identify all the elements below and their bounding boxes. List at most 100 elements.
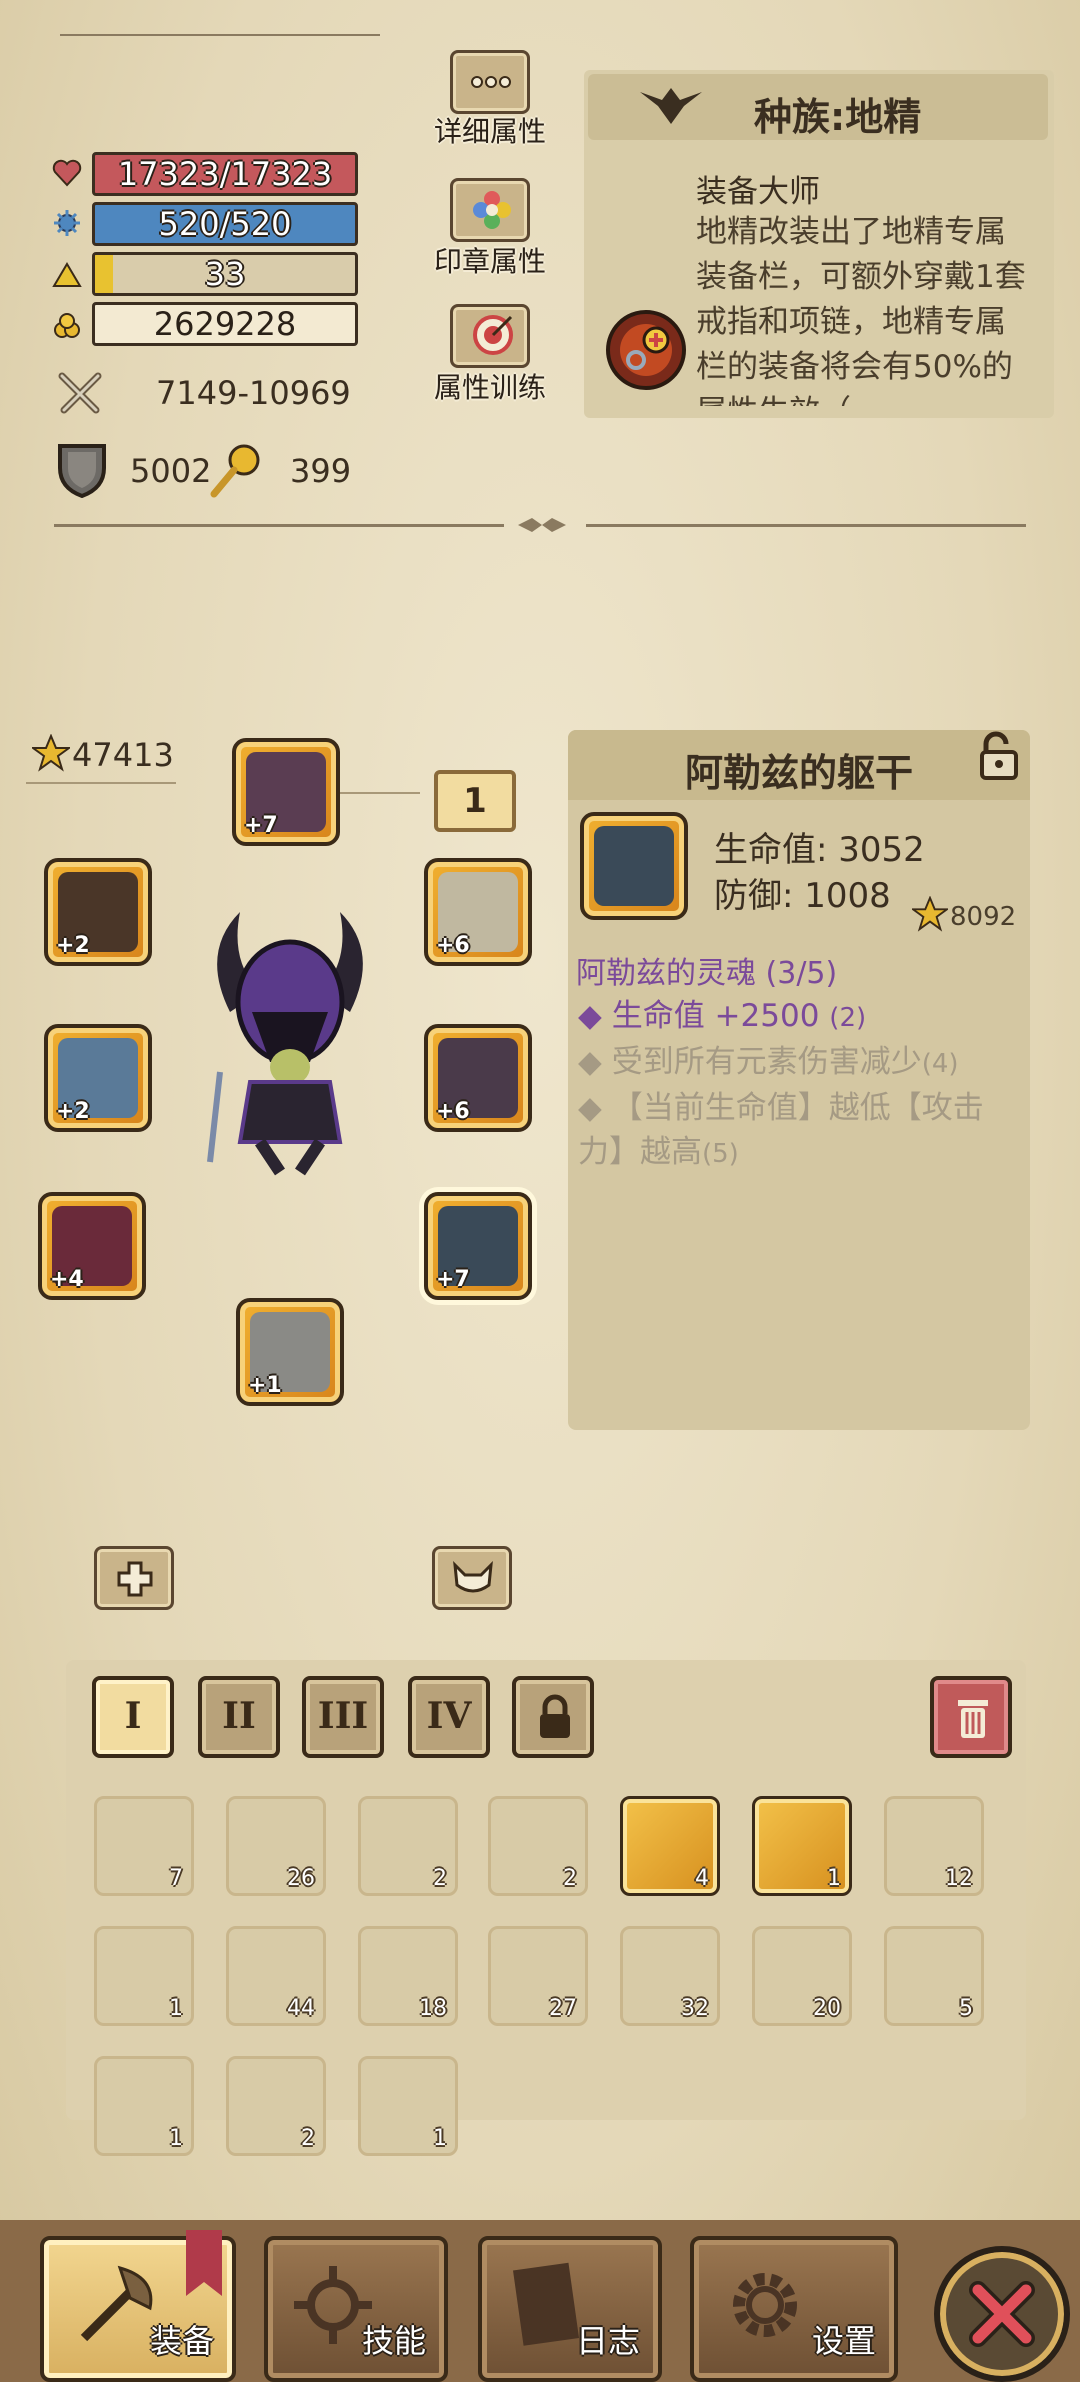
bag-tab-locked[interactable] xyxy=(512,1676,594,1758)
section-divider-right xyxy=(586,524,1026,527)
inventory-item[interactable]: 44 xyxy=(226,1926,326,2026)
detail-attributes-button[interactable] xyxy=(450,50,530,114)
mana-icon xyxy=(54,210,80,236)
inventory-item[interactable]: 20 xyxy=(752,1926,852,2026)
item-detail-panel: 阿勒兹的躯干 生命值: 3052 防御: 1008 8092 阿勒兹的灵魂 (3… xyxy=(568,730,1030,1430)
set-bonus-list: ◆ 生命值 +2500 (2) ◆ 受到所有元素伤害减少(4) ◆ 【当前生命值… xyxy=(578,994,1018,1176)
skill-description: 地精改装出了地精专属装备栏，可额外穿戴1套戒指和项链，地精专属栏的装备将会有50… xyxy=(696,214,1026,406)
goblin-emblem-icon xyxy=(640,88,702,124)
seal-flower-icon xyxy=(473,191,511,229)
nav-settings[interactable]: 设置 xyxy=(690,2236,898,2382)
bag-tab-3[interactable]: III xyxy=(302,1676,384,1758)
inventory-item[interactable]: 1 xyxy=(94,1926,194,2026)
inventory-item[interactable]: 27 xyxy=(488,1926,588,2026)
nav-log-label: 日志 xyxy=(575,2322,640,2360)
inventory-item[interactable]: 26 xyxy=(226,1796,326,1896)
defense-value: 5002 xyxy=(130,452,212,490)
luck-key-icon xyxy=(210,444,260,498)
inventory-item[interactable]: 5 xyxy=(884,1926,984,2026)
glove-slot[interactable]: +4 xyxy=(38,1192,146,1300)
item-name: 阿勒兹的躯干 xyxy=(684,751,913,795)
nav-log[interactable]: 日志 xyxy=(478,2236,662,2382)
lock-open-icon[interactable] xyxy=(972,730,1024,782)
inventory-item[interactable]: 12 xyxy=(884,1796,984,1896)
luck-value: 399 xyxy=(290,452,352,490)
inventory-item[interactable]: 1 xyxy=(358,2056,458,2156)
weapon-slot[interactable]: +2 xyxy=(44,1024,152,1132)
top-divider xyxy=(60,34,380,36)
dark-armor-icon xyxy=(594,826,674,906)
inventory-item[interactable]: 18 xyxy=(358,1926,458,2026)
attribute-training-button[interactable] xyxy=(450,304,530,368)
bag-tab-4[interactable]: IV xyxy=(408,1676,490,1758)
inventory-item[interactable]: 7 xyxy=(94,1796,194,1896)
gold-icon xyxy=(54,313,80,338)
nav-skill-label: 技能 xyxy=(361,2322,426,2360)
item-defense-stat: 防御: 1008 xyxy=(714,876,891,916)
heart-icon xyxy=(52,159,82,187)
gear-icon xyxy=(733,2273,797,2337)
dots-icon xyxy=(471,76,511,88)
inventory-item[interactable]: 4 xyxy=(620,1796,720,1896)
nav-equip[interactable]: 装备 xyxy=(40,2230,236,2382)
equipment-power: 47413 xyxy=(72,736,174,774)
inventory-item[interactable]: 1 xyxy=(94,2056,194,2156)
nav-equip-label: 装备 xyxy=(149,2322,214,2360)
inventory-item[interactable]: 2 xyxy=(488,1796,588,1896)
trash-icon xyxy=(958,1700,988,1738)
helmet-slot[interactable]: +7 xyxy=(232,738,340,846)
bracer-slot[interactable]: +2 xyxy=(44,858,152,966)
target-icon xyxy=(473,315,513,355)
discard-button[interactable] xyxy=(930,1676,1012,1758)
nav-skill[interactable]: 技能 xyxy=(264,2236,448,2382)
race-panel: 种族:地精 装备大师 地精改装出了地精专属装备栏，可额外穿戴1套戒指和项链，地精… xyxy=(584,70,1054,418)
race-title: 种族:地精 xyxy=(754,95,922,139)
bag-tab-1[interactable]: I xyxy=(92,1676,174,1758)
seal-attributes-button[interactable] xyxy=(450,178,530,242)
nav-settings-label: 设置 xyxy=(811,2322,876,2360)
star-icon xyxy=(32,734,70,772)
gold-bar: 2629228 xyxy=(92,302,358,346)
hp-bar: 17323/17323 xyxy=(92,152,358,196)
attack-value: 7149-10969 xyxy=(156,374,351,412)
detail-attributes-label: 详细属性 xyxy=(433,115,546,148)
set-name: 阿勒兹的灵魂 (3/5) xyxy=(576,956,838,991)
close-button[interactable] xyxy=(934,2246,1070,2382)
close-icon xyxy=(969,2281,1035,2347)
star-icon xyxy=(912,896,948,932)
inventory-item[interactable]: 32 xyxy=(620,1926,720,2026)
crossed-swords-icon xyxy=(58,372,102,414)
equipment-set-index[interactable]: 1 xyxy=(434,770,516,832)
set-bonus-item: ◆ 受到所有元素伤害减少(4) xyxy=(578,1044,959,1080)
lock-icon xyxy=(540,1694,570,1738)
mana-bar: 520/520 xyxy=(92,202,358,246)
goblin-extra-slot-button[interactable] xyxy=(94,1546,174,1610)
inventory-item[interactable]: 1 xyxy=(752,1796,852,1896)
equipment-master-skill-icon xyxy=(606,310,686,390)
chest-armor-slot[interactable]: +7 xyxy=(424,1192,532,1300)
shield-icon xyxy=(58,444,106,498)
skill-name: 装备大师 xyxy=(696,174,820,210)
connector-line xyxy=(340,792,420,794)
shoulder-slot[interactable]: +6 xyxy=(424,858,532,966)
boots-slot[interactable]: +1 xyxy=(236,1298,344,1406)
set-bonus-item: ◆ 【当前生命值】越低【攻击力】越高(5) xyxy=(578,1090,984,1170)
goblin-character xyxy=(207,912,363,1176)
item-score: 8092 xyxy=(950,902,1017,932)
seal-attributes-label: 印章属性 xyxy=(433,245,546,278)
item-hp-stat: 生命值: 3052 xyxy=(714,830,925,870)
connector-line xyxy=(26,782,176,784)
amulet-slot[interactable]: +6 xyxy=(424,1024,532,1132)
divider-ornament-icon xyxy=(518,518,566,532)
pet-slot-button[interactable] xyxy=(432,1546,512,1610)
level-value: 33 xyxy=(204,255,246,293)
bag-tab-2[interactable]: II xyxy=(198,1676,280,1758)
set-bonus-item: ◆ 生命值 +2500 (2) xyxy=(578,998,867,1034)
inventory-item[interactable]: 2 xyxy=(226,2056,326,2156)
horned-mask-icon xyxy=(453,1561,493,1593)
level-icon xyxy=(52,262,82,287)
selected-item-icon xyxy=(580,812,688,920)
attribute-training-label: 属性训练 xyxy=(433,371,546,404)
inventory-item[interactable]: 2 xyxy=(358,1796,458,1896)
axe-icon xyxy=(80,2265,153,2342)
